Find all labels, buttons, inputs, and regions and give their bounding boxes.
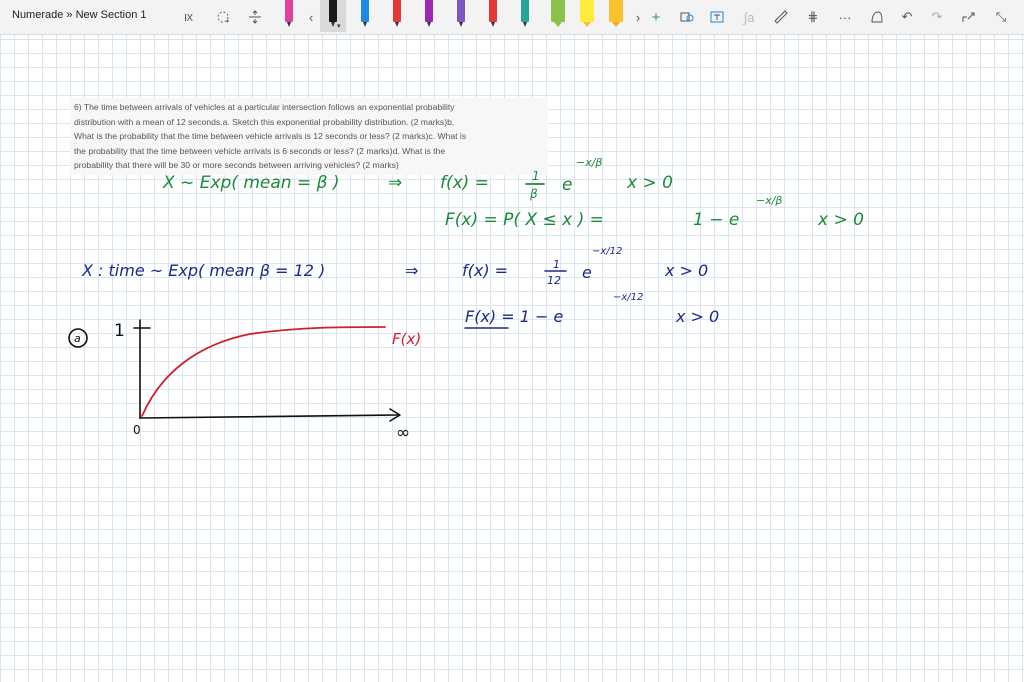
blue-cond1: x > 0 [664,261,708,280]
green-exp2: −x/β [756,194,782,207]
ink-layer: X ~ Exp( mean = β ) ⇒ f(x) = 1 β e −x/β … [68,156,864,443]
green-exp1: −x/β [576,156,602,169]
sketch-x-axis [139,414,399,419]
green-e1: e [562,175,572,195]
green-line1-left: X ~ Exp( mean = β ) [162,173,339,193]
blue-exp1: −x/12 [592,246,622,257]
blue-frac-num: 1 [553,258,560,271]
blue-frac-den: 12 [547,274,561,287]
green-frac-num: 1 [532,169,540,183]
green-line2-rhs: 1 − e [693,210,739,230]
cdf-curve [141,326,386,417]
green-line2: F(x) = P( X ≤ x ) = [445,210,604,230]
blue-exp2: −x/12 [613,292,643,303]
green-cond2: x > 0 [817,210,864,230]
blue-line2: F(x) = 1 − e [465,307,563,326]
green-arrow1: ⇒ [388,173,402,193]
blue-cond2: x > 0 [675,307,719,326]
sketch-y-top: 1 [114,321,125,341]
blue-e1: e [582,263,592,282]
blue-arrow1: ⇒ [405,261,418,280]
green-cond1: x > 0 [626,173,673,193]
green-f-label: f(x) = [440,173,489,193]
blue-line1-left: X : time ~ Exp( mean β = 12 ) [81,261,325,280]
part-a-label: a [74,332,81,345]
cdf-label: F(x) [392,330,421,348]
sketch-origin: 0 [133,423,141,437]
blue-f-label: f(x) = [462,261,508,280]
sketch-x-end: ∞ [396,423,410,443]
green-frac-den: β [529,187,538,201]
